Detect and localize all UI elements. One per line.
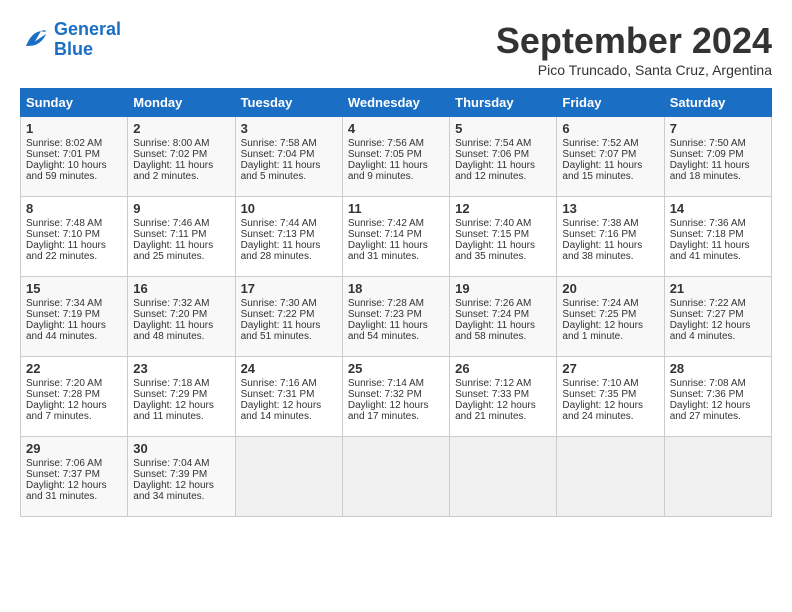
calendar-day-4: 4Sunrise: 7:56 AMSunset: 7:05 PMDaylight…: [342, 117, 449, 197]
calendar-header-wednesday: Wednesday: [342, 89, 449, 117]
calendar-week-3: 15Sunrise: 7:34 AMSunset: 7:19 PMDayligh…: [21, 277, 772, 357]
calendar-day-29: 29Sunrise: 7:06 AMSunset: 7:37 PMDayligh…: [21, 437, 128, 517]
calendar-week-1: 1Sunrise: 8:02 AMSunset: 7:01 PMDaylight…: [21, 117, 772, 197]
calendar-day-empty: [664, 437, 771, 517]
calendar-day-20: 20Sunrise: 7:24 AMSunset: 7:25 PMDayligh…: [557, 277, 664, 357]
month-title: September 2024: [496, 20, 772, 62]
calendar-header-monday: Monday: [128, 89, 235, 117]
calendar-day-11: 11Sunrise: 7:42 AMSunset: 7:14 PMDayligh…: [342, 197, 449, 277]
calendar-day-25: 25Sunrise: 7:14 AMSunset: 7:32 PMDayligh…: [342, 357, 449, 437]
calendar-week-2: 8Sunrise: 7:48 AMSunset: 7:10 PMDaylight…: [21, 197, 772, 277]
calendar-week-4: 22Sunrise: 7:20 AMSunset: 7:28 PMDayligh…: [21, 357, 772, 437]
calendar-day-8: 8Sunrise: 7:48 AMSunset: 7:10 PMDaylight…: [21, 197, 128, 277]
calendar-day-empty: [557, 437, 664, 517]
calendar-day-14: 14Sunrise: 7:36 AMSunset: 7:18 PMDayligh…: [664, 197, 771, 277]
logo-text: General Blue: [54, 20, 121, 60]
calendar-day-23: 23Sunrise: 7:18 AMSunset: 7:29 PMDayligh…: [128, 357, 235, 437]
logo-icon: [20, 25, 50, 55]
calendar-day-1: 1Sunrise: 8:02 AMSunset: 7:01 PMDaylight…: [21, 117, 128, 197]
calendar-day-16: 16Sunrise: 7:32 AMSunset: 7:20 PMDayligh…: [128, 277, 235, 357]
calendar-day-10: 10Sunrise: 7:44 AMSunset: 7:13 PMDayligh…: [235, 197, 342, 277]
calendar-day-empty: [450, 437, 557, 517]
calendar-header-sunday: Sunday: [21, 89, 128, 117]
calendar-day-15: 15Sunrise: 7:34 AMSunset: 7:19 PMDayligh…: [21, 277, 128, 357]
calendar-day-9: 9Sunrise: 7:46 AMSunset: 7:11 PMDaylight…: [128, 197, 235, 277]
calendar-day-22: 22Sunrise: 7:20 AMSunset: 7:28 PMDayligh…: [21, 357, 128, 437]
calendar-day-24: 24Sunrise: 7:16 AMSunset: 7:31 PMDayligh…: [235, 357, 342, 437]
calendar-day-27: 27Sunrise: 7:10 AMSunset: 7:35 PMDayligh…: [557, 357, 664, 437]
title-block: September 2024 Pico Truncado, Santa Cruz…: [496, 20, 772, 78]
calendar-day-28: 28Sunrise: 7:08 AMSunset: 7:36 PMDayligh…: [664, 357, 771, 437]
calendar-day-19: 19Sunrise: 7:26 AMSunset: 7:24 PMDayligh…: [450, 277, 557, 357]
calendar-day-21: 21Sunrise: 7:22 AMSunset: 7:27 PMDayligh…: [664, 277, 771, 357]
calendar-day-2: 2Sunrise: 8:00 AMSunset: 7:02 PMDaylight…: [128, 117, 235, 197]
calendar-header-saturday: Saturday: [664, 89, 771, 117]
calendar-day-18: 18Sunrise: 7:28 AMSunset: 7:23 PMDayligh…: [342, 277, 449, 357]
calendar-day-13: 13Sunrise: 7:38 AMSunset: 7:16 PMDayligh…: [557, 197, 664, 277]
calendar-day-7: 7Sunrise: 7:50 AMSunset: 7:09 PMDaylight…: [664, 117, 771, 197]
calendar-body: 1Sunrise: 8:02 AMSunset: 7:01 PMDaylight…: [21, 117, 772, 517]
calendar-day-26: 26Sunrise: 7:12 AMSunset: 7:33 PMDayligh…: [450, 357, 557, 437]
calendar-day-empty: [342, 437, 449, 517]
calendar-header-thursday: Thursday: [450, 89, 557, 117]
calendar-table: SundayMondayTuesdayWednesdayThursdayFrid…: [20, 88, 772, 517]
calendar-day-17: 17Sunrise: 7:30 AMSunset: 7:22 PMDayligh…: [235, 277, 342, 357]
page-header: General Blue September 2024 Pico Truncad…: [20, 20, 772, 78]
calendar-header-tuesday: Tuesday: [235, 89, 342, 117]
calendar-header-friday: Friday: [557, 89, 664, 117]
calendar-day-12: 12Sunrise: 7:40 AMSunset: 7:15 PMDayligh…: [450, 197, 557, 277]
logo: General Blue: [20, 20, 121, 60]
calendar-day-5: 5Sunrise: 7:54 AMSunset: 7:06 PMDaylight…: [450, 117, 557, 197]
calendar-day-empty: [235, 437, 342, 517]
location-subtitle: Pico Truncado, Santa Cruz, Argentina: [496, 62, 772, 78]
calendar-week-5: 29Sunrise: 7:06 AMSunset: 7:37 PMDayligh…: [21, 437, 772, 517]
calendar-header-row: SundayMondayTuesdayWednesdayThursdayFrid…: [21, 89, 772, 117]
calendar-day-30: 30Sunrise: 7:04 AMSunset: 7:39 PMDayligh…: [128, 437, 235, 517]
calendar-day-6: 6Sunrise: 7:52 AMSunset: 7:07 PMDaylight…: [557, 117, 664, 197]
calendar-day-3: 3Sunrise: 7:58 AMSunset: 7:04 PMDaylight…: [235, 117, 342, 197]
